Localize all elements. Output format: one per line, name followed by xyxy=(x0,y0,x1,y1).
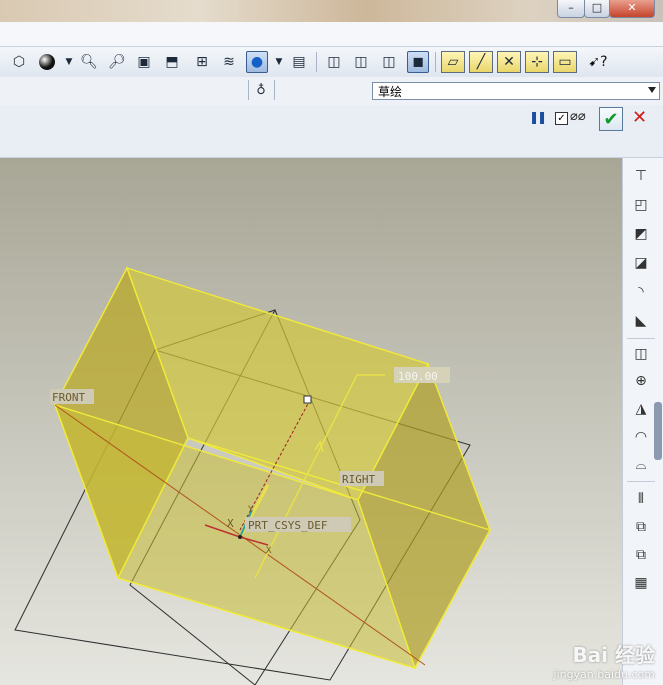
layers-icon[interactable]: ≋ xyxy=(218,51,240,73)
toolbar-separator xyxy=(627,338,655,339)
extruded-solid xyxy=(53,266,492,670)
mirror-icon[interactable]: ⫴ xyxy=(631,489,651,509)
toolbar-scroll-handle[interactable] xyxy=(654,402,662,460)
toolbar-separator xyxy=(435,52,436,72)
display-hidden-icon[interactable]: ◫ xyxy=(350,51,372,73)
shading-dropdown-icon[interactable]: ▼ xyxy=(58,51,80,73)
right-plane-label: RIGHT xyxy=(342,473,375,486)
trim-icon[interactable]: ⧉ xyxy=(631,545,651,565)
annotations-icon[interactable]: ▭ xyxy=(553,51,577,73)
revolve-icon[interactable]: ⊕ xyxy=(631,371,651,391)
shading-icon[interactable] xyxy=(36,51,58,73)
ok-button[interactable]: ✔ xyxy=(599,107,623,131)
minimize-button[interactable]: – xyxy=(557,0,585,18)
menu-bar-area xyxy=(0,22,663,46)
hole-icon[interactable]: ⊤ xyxy=(631,166,651,186)
display-no-hidden-icon[interactable]: ◫ xyxy=(378,51,400,73)
extrude-icon[interactable]: ◫ xyxy=(631,344,651,364)
reorient-icon[interactable]: ⬒ xyxy=(161,51,183,73)
display-wireframe-icon[interactable]: ◫ xyxy=(323,51,345,73)
draft-icon[interactable]: ◪ xyxy=(631,253,651,273)
pattern-icon[interactable]: ▦ xyxy=(631,573,651,593)
named-views-icon[interactable]: ⊞ xyxy=(191,51,213,73)
camera-icon[interactable]: ▤ xyxy=(288,51,310,73)
whats-this-icon[interactable]: ➹? xyxy=(587,51,609,73)
sweep-icon[interactable]: ◮ xyxy=(631,399,651,419)
close-window-button[interactable]: ✕ xyxy=(609,0,655,18)
toolbar-separator xyxy=(627,481,655,482)
sketch-type-dropdown[interactable]: 草绘 xyxy=(372,82,660,100)
z-axis-label: X xyxy=(266,546,272,556)
datum-dropdown-icon[interactable]: ▼ xyxy=(268,51,290,73)
csys-icon[interactable]: ⊹ xyxy=(525,51,549,73)
shell-icon[interactable]: ◰ xyxy=(631,195,651,215)
round-icon[interactable]: ◝ xyxy=(631,282,651,302)
placement-icon[interactable]: ♁ xyxy=(250,79,272,101)
blend-icon[interactable]: ◠ xyxy=(631,427,651,447)
dimension-value-label: 100.00 xyxy=(398,370,438,383)
merge-icon[interactable]: ⧉ xyxy=(631,517,651,537)
row-separator xyxy=(248,80,249,100)
toolbar-separator xyxy=(316,52,317,72)
refit-icon[interactable]: ▣ xyxy=(133,51,155,73)
y-axis-label: Y xyxy=(248,505,254,515)
front-plane-label: FRONT xyxy=(52,391,85,404)
chevron-down-icon xyxy=(648,87,656,93)
glasses-preview-icon: ⌀⌀ xyxy=(570,109,586,124)
drag-handle[interactable] xyxy=(303,395,312,404)
csys-label: PRT_CSYS_DEF xyxy=(248,519,327,532)
boundary-icon[interactable]: ⌓ xyxy=(631,455,651,475)
watermark: Bai 经验 jingyan.baidu.com xyxy=(553,639,655,681)
preview-checkbox[interactable]: ✓ xyxy=(555,112,568,125)
chamfer-icon[interactable]: ◣ xyxy=(631,311,651,331)
datum-display-icon[interactable]: ● xyxy=(246,51,268,73)
watermark-url: jingyan.baidu.com xyxy=(553,668,655,681)
maximize-button[interactable]: □ xyxy=(584,0,610,18)
main-toolbar: ⬡ ▼ 🔍︎ 🔎︎ ▣ ⬒ ⊞ ≋ ● ▼ ▤ ◫ ◫ ◫ ◼ ▱ ╱ ✕ ⊹ … xyxy=(0,46,663,78)
cancel-button[interactable]: ✕ xyxy=(632,107,647,128)
rib-icon[interactable]: ◩ xyxy=(631,224,651,244)
watermark-brand: Bai 经验 xyxy=(572,643,655,667)
datum-planes-icon[interactable]: ▱ xyxy=(441,51,465,73)
datum-points-icon[interactable]: ✕ xyxy=(497,51,521,73)
datum-axes-icon[interactable]: ╱ xyxy=(469,51,493,73)
display-shaded-icon[interactable]: ◼ xyxy=(407,51,429,73)
row-separator xyxy=(274,80,275,100)
model-graphics: FRONT RIGHT 100.00 PRT_CSYS_DEF X Y X xyxy=(14,266,492,685)
zoom-out-icon[interactable]: 🔎︎ xyxy=(106,51,128,73)
x-axis-label: X xyxy=(227,517,234,530)
zoom-in-icon[interactable]: 🔍︎ xyxy=(78,51,100,73)
repaint-icon[interactable]: ⬡ xyxy=(8,51,30,73)
sketch-type-value: 草绘 xyxy=(378,85,403,99)
pause-icon[interactable]: ❚❚ xyxy=(529,110,547,124)
